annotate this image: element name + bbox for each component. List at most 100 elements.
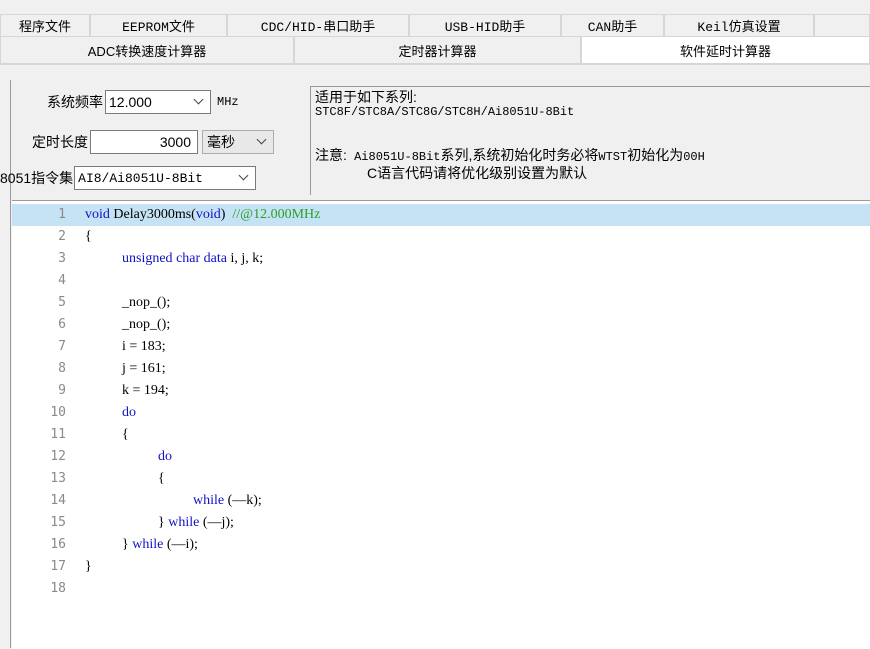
code-text: { bbox=[85, 229, 92, 244]
note-val: 00H bbox=[683, 150, 705, 164]
duration-unit: 毫秒 bbox=[207, 134, 235, 150]
line-number: 1 bbox=[58, 207, 66, 222]
code-text: } bbox=[122, 537, 133, 552]
chevron-down-icon[interactable] bbox=[255, 135, 269, 149]
tab-keil-sim[interactable]: Keil仿真设置 bbox=[664, 14, 814, 36]
code-text: ) bbox=[220, 207, 233, 222]
tab-row-1: 程序文件 EEPROM文件 CDC/HID-串口助手 USB-HID助手 CAN… bbox=[0, 14, 870, 36]
line-number: 10 bbox=[50, 405, 66, 420]
line-number: 4 bbox=[58, 273, 66, 288]
code-line: 1 void Delay3000ms(void) //@12.000MHz bbox=[12, 204, 870, 226]
code-text: _nop_(); bbox=[122, 317, 171, 332]
note-model: Ai8051U-8Bit bbox=[354, 150, 441, 164]
code-editor[interactable]: 1 void Delay3000ms(void) //@12.000MHz 2 … bbox=[12, 200, 870, 649]
duration-label: 定时长度 bbox=[32, 134, 88, 150]
line-number: 15 bbox=[50, 515, 66, 530]
note-text2: 初始化为 bbox=[627, 147, 684, 163]
duration-unit-select[interactable]: 毫秒 bbox=[202, 130, 274, 154]
tab-overflow bbox=[814, 14, 870, 36]
code-line: 6 _nop_(); bbox=[12, 314, 870, 336]
code-line: 10 do bbox=[12, 402, 870, 424]
code-line: 11 { bbox=[12, 424, 870, 446]
code-text: k = 194; bbox=[122, 383, 169, 398]
duration-value: 3000 bbox=[159, 134, 191, 150]
keyword: while bbox=[193, 493, 225, 508]
line-number: 11 bbox=[50, 427, 66, 442]
instr-value: AI8/Ai8051U-8Bit bbox=[78, 170, 203, 186]
line-number: 3 bbox=[58, 251, 66, 266]
code-line: 12 do bbox=[12, 446, 870, 468]
series-list: STC8F/STC8A/STC8G/STC8H/Ai8051U-8Bit bbox=[315, 105, 575, 119]
keyword: void bbox=[195, 207, 221, 222]
keyword: do bbox=[158, 449, 172, 464]
code-text: } bbox=[85, 559, 92, 574]
code-comment: //@12.000MHz bbox=[232, 207, 321, 222]
code-text: (—k); bbox=[224, 493, 262, 508]
line-number: 16 bbox=[50, 537, 66, 552]
line-number: 7 bbox=[58, 339, 66, 354]
note-reg: WTST bbox=[598, 150, 628, 164]
line-number: 14 bbox=[50, 493, 66, 508]
code-line: 13 { bbox=[12, 468, 870, 490]
code-text: i = 183; bbox=[122, 339, 166, 354]
keyword: while bbox=[168, 515, 200, 530]
tab-can[interactable]: CAN助手 bbox=[561, 14, 664, 36]
code-text: { bbox=[158, 471, 165, 486]
code-text: } bbox=[158, 515, 169, 530]
code-text: i, j, k; bbox=[226, 251, 264, 266]
line-number: 5 bbox=[58, 295, 66, 310]
line-number: 2 bbox=[58, 229, 66, 244]
tab-usb-hid[interactable]: USB-HID助手 bbox=[409, 14, 561, 36]
code-line: 7 i = 183; bbox=[12, 336, 870, 358]
line-number: 6 bbox=[58, 317, 66, 332]
tab-timer-calc[interactable]: 定时器计算器 bbox=[294, 36, 581, 64]
line-number: 12 bbox=[50, 449, 66, 464]
line-number: 9 bbox=[58, 383, 66, 398]
freq-label: 系统频率 bbox=[47, 94, 103, 110]
code-line: 9 k = 194; bbox=[12, 380, 870, 402]
freq-value: 12.000 bbox=[109, 94, 152, 110]
code-line: 18 bbox=[12, 578, 870, 600]
keyword: void bbox=[85, 207, 110, 222]
chevron-down-icon[interactable] bbox=[237, 170, 251, 184]
instr-label: 8051指令集 bbox=[0, 170, 74, 186]
keyword: do bbox=[122, 405, 136, 420]
freq-unit: MHz bbox=[217, 95, 239, 109]
code-line: 3 unsigned char data i, j, k; bbox=[12, 248, 870, 270]
instr-select[interactable]: AI8/Ai8051U-8Bit bbox=[74, 166, 257, 190]
duration-input[interactable]: 3000 bbox=[90, 130, 198, 154]
line-number: 17 bbox=[50, 559, 66, 574]
tab-eeprom-file[interactable]: EEPROM文件 bbox=[90, 14, 227, 36]
code-line: 17 } bbox=[12, 556, 870, 578]
tab-program-file[interactable]: 程序文件 bbox=[0, 14, 90, 36]
tab-adc-calc[interactable]: ADC转换速度计算器 bbox=[0, 36, 294, 64]
code-line: 16 } while (—i); bbox=[12, 534, 870, 556]
tab-cdc-hid-serial[interactable]: CDC/HID-串口助手 bbox=[227, 14, 409, 36]
code-text: { bbox=[122, 427, 129, 442]
code-text: j = 161; bbox=[122, 361, 166, 376]
settings-group: 系统频率 12.000 MHz 定时长度 3000 毫秒 8051指令集 AI8… bbox=[0, 86, 320, 194]
code-line: 2 { bbox=[12, 226, 870, 248]
note-text1: 系列,系统初始化时务必将 bbox=[440, 147, 599, 163]
note-line2: C语言代码请将优化级别设置为默认 bbox=[367, 165, 588, 181]
code-line: 5 _nop_(); bbox=[12, 292, 870, 314]
function-name: Delay3000ms( bbox=[109, 207, 196, 222]
code-line: 4 bbox=[12, 270, 870, 292]
tab-row-2: ADC转换速度计算器 定时器计算器 软件延时计算器 bbox=[0, 36, 870, 64]
keyword: while bbox=[132, 537, 164, 552]
code-line: 15 } while (—j); bbox=[12, 512, 870, 534]
line-number: 8 bbox=[58, 361, 66, 376]
keyword: data bbox=[203, 251, 227, 266]
code-text: (—i); bbox=[163, 537, 198, 552]
keyword: char bbox=[176, 251, 201, 266]
code-text: _nop_(); bbox=[122, 295, 171, 310]
code-text: (—j); bbox=[199, 515, 234, 530]
applies-title: 适用于如下系列: bbox=[315, 89, 417, 105]
line-number: 18 bbox=[50, 581, 66, 596]
chevron-down-icon[interactable] bbox=[192, 94, 206, 108]
tab-delay-calc[interactable]: 软件延时计算器 bbox=[581, 36, 870, 64]
freq-select[interactable]: 12.000 bbox=[105, 90, 211, 114]
info-panel: 适用于如下系列: STC8F/STC8A/STC8G/STC8H/Ai8051U… bbox=[310, 86, 870, 195]
code-line: 14 while (—k); bbox=[12, 490, 870, 512]
line-number: 13 bbox=[50, 471, 66, 486]
